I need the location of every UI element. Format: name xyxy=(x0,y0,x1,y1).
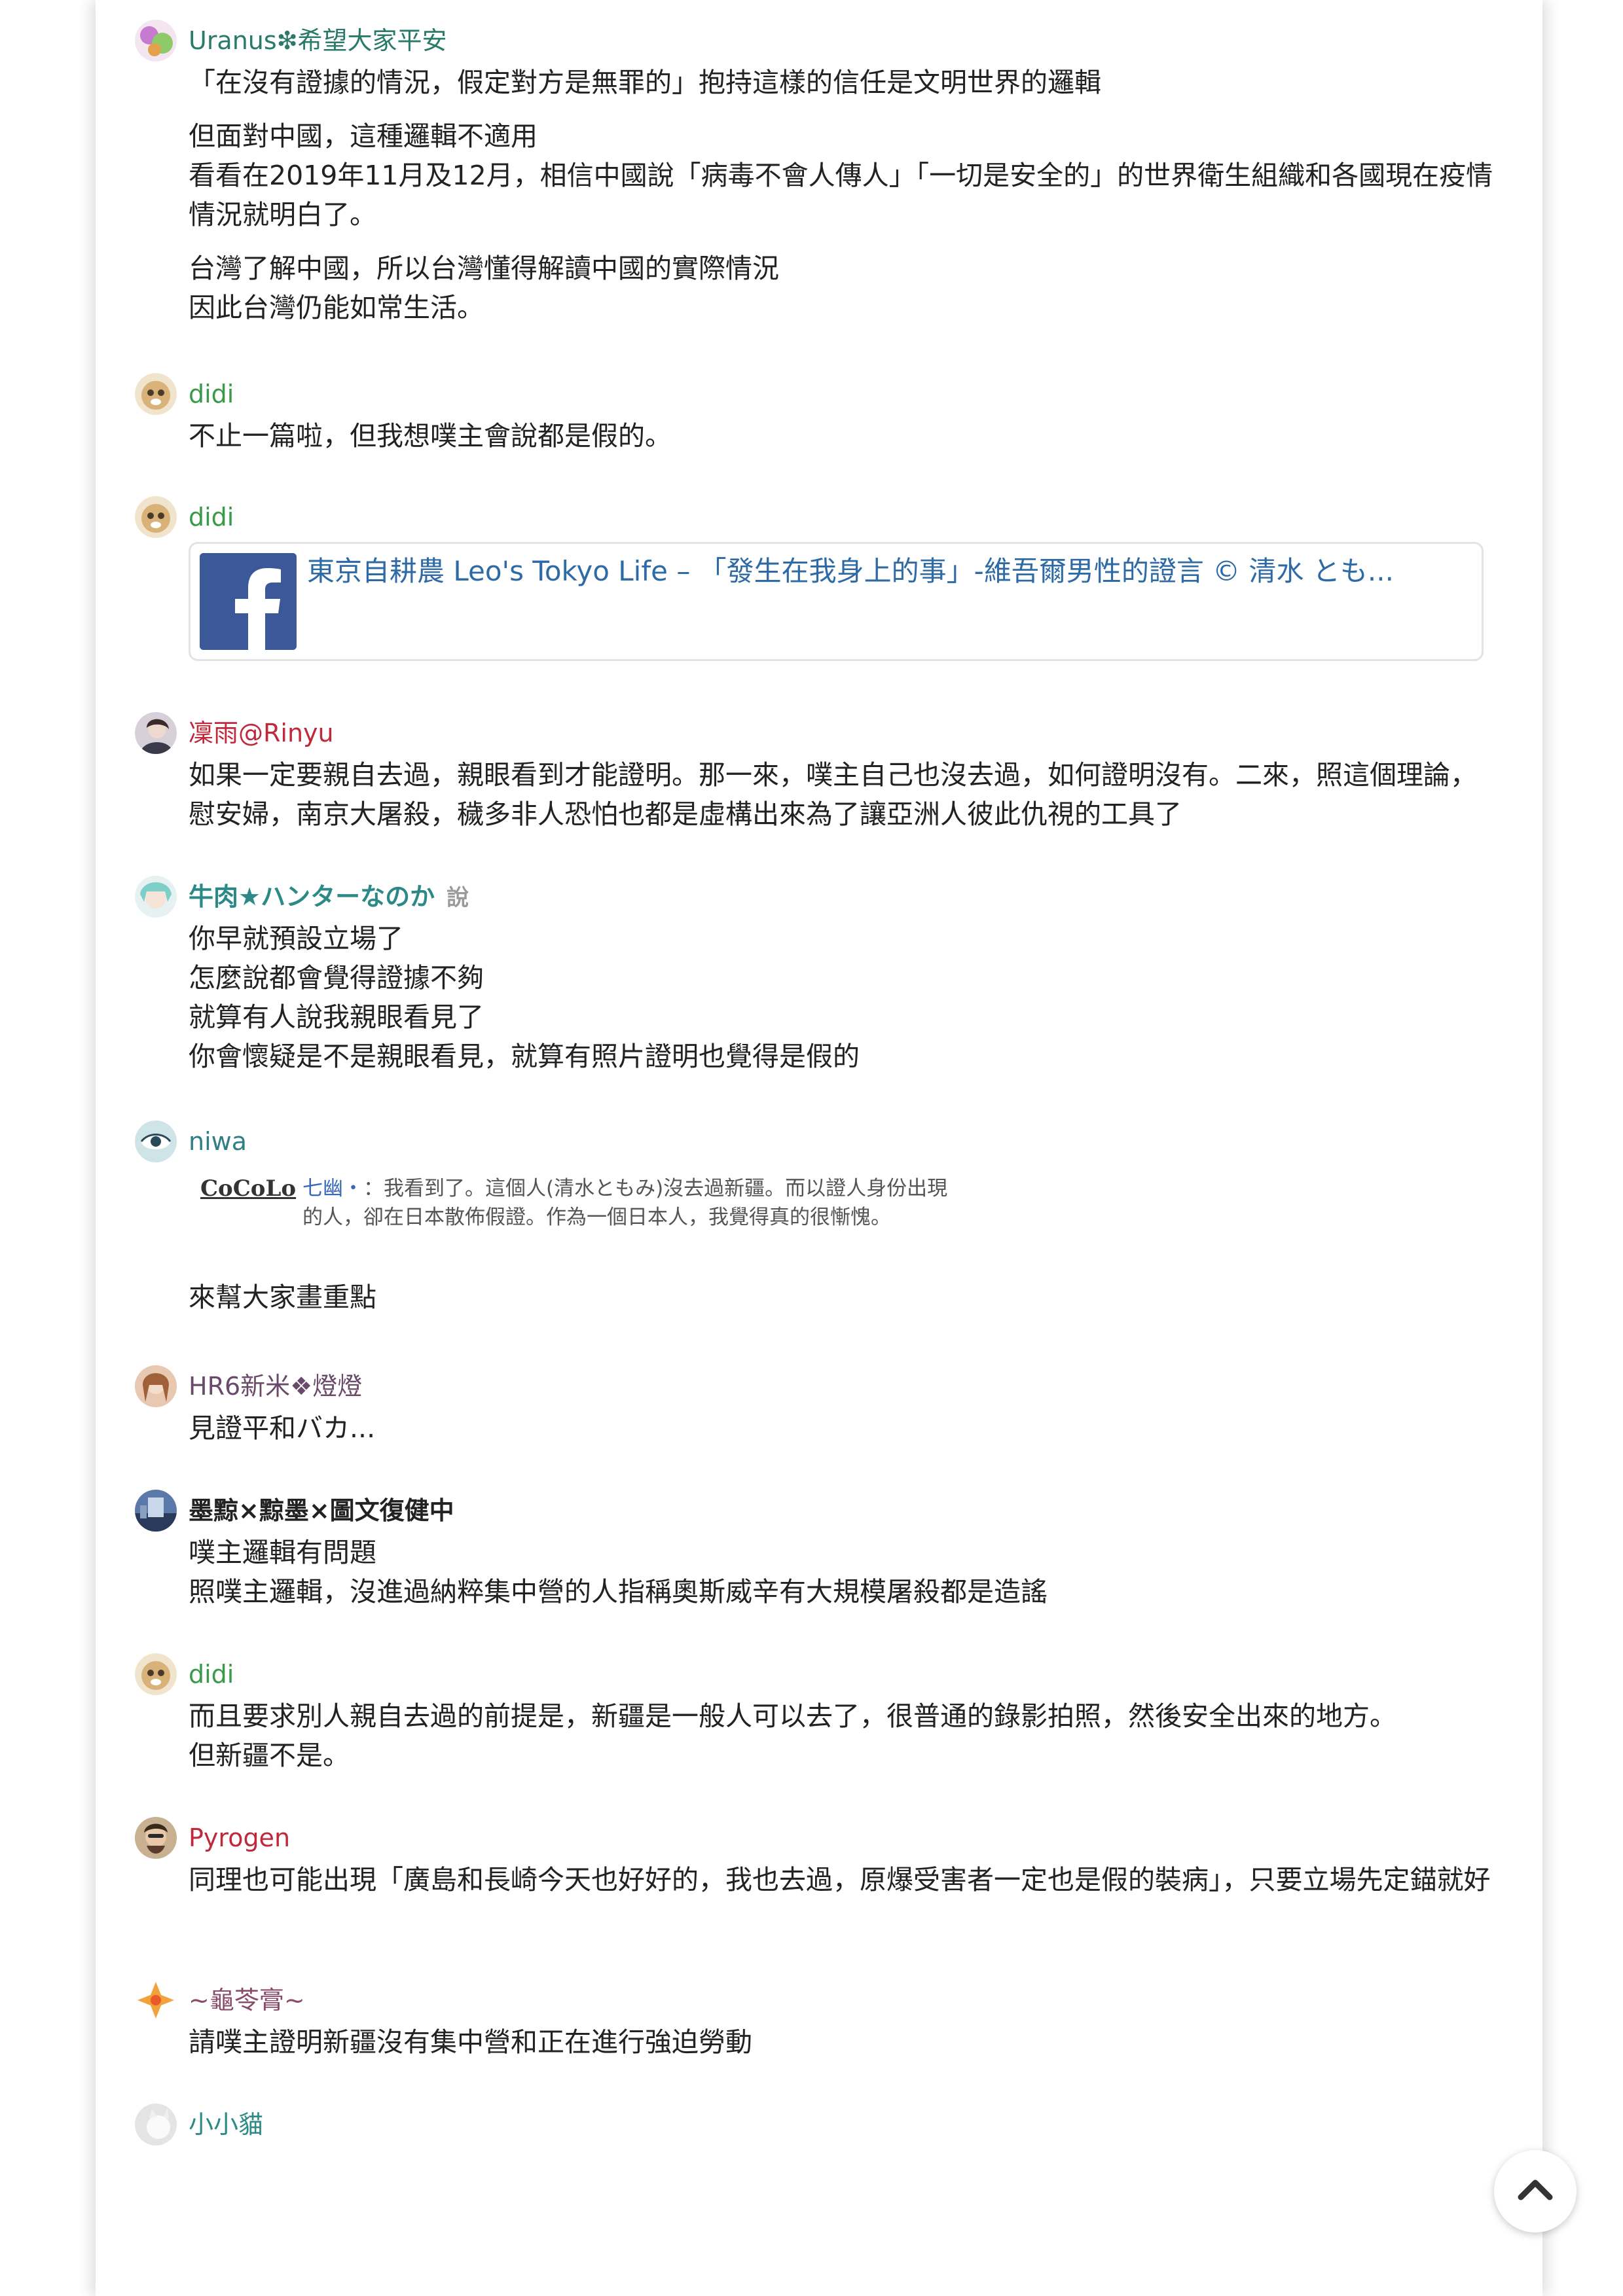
response-line: 你早就預設立場了 xyxy=(189,923,403,954)
response-item: Uranus❇希望大家平安 「在沒有證據的情況，假定對方是無罪的」抱持這樣的信任… xyxy=(135,20,1510,334)
username[interactable]: ~龜苓膏~ xyxy=(189,1983,305,2017)
username[interactable]: 小小貓 xyxy=(189,2108,263,2142)
response-line: 噗主邏輯有問題 xyxy=(189,1537,376,1568)
response-content: 你早就預設立場了 怎麼說都會覺得證據不夠 就算有人說我親眼看見了 你會懷疑是不是… xyxy=(189,919,1498,1076)
quoted-text: 七幽・：我看到了。這個人(清水ともみ)沒去過新疆。而以證人身份出現的人，卻在日本… xyxy=(302,1174,957,1232)
response-line: 但面對中國，這種邏輯不適用 xyxy=(189,120,538,152)
response-content: 「在沒有證據的情況，假定對方是無罪的」抱持這樣的信任是文明世界的邏輯 但面對中國… xyxy=(189,63,1498,327)
response-line: 照噗主邏輯，沒進過納粹集中營的人指稱奧斯威辛有大規模屠殺都是造謠 xyxy=(189,1576,1048,1607)
response-item: 墨黥×黥墨×圖文復健中 噗主邏輯有問題 照噗主邏輯，沒進過納粹集中營的人指稱奧斯… xyxy=(135,1490,1510,1621)
response-line: 「在沒有證據的情況，假定對方是無罪的」抱持這樣的信任是文明世界的邏輯 xyxy=(189,67,1101,98)
user-avatar[interactable] xyxy=(135,876,177,918)
username[interactable]: didi xyxy=(189,377,234,411)
facebook-logo-icon xyxy=(200,553,297,650)
user-avatar[interactable] xyxy=(135,1121,177,1162)
response-line: 但新疆不是。 xyxy=(189,1740,350,1771)
chevron-up-icon xyxy=(1518,2179,1553,2200)
plurk-response-page: Uranus❇希望大家平安 「在沒有證據的情況，假定對方是無罪的」抱持這樣的信任… xyxy=(96,0,1542,2296)
says-qualifier: 說 xyxy=(447,885,469,911)
username[interactable]: 凜雨@Rinyu xyxy=(189,716,334,750)
username[interactable]: niwa xyxy=(189,1124,247,1158)
response-item: didi 東京自耕農 Leo's Tokyo Life – 「發生在我身上的事」… xyxy=(135,496,1510,692)
quoted-nickname: 七幽・ xyxy=(302,1177,363,1200)
username[interactable]: 墨黥×黥墨×圖文復健中 xyxy=(189,1494,454,1528)
username[interactable]: Uranus❇希望大家平安 xyxy=(189,24,447,58)
username-text[interactable]: 牛肉★ハンターなのか xyxy=(189,882,435,911)
response-item: 牛肉★ハンターなのか說 你早就預設立場了 怎麼說都會覺得證據不夠 就算有人說我親… xyxy=(135,876,1510,1092)
response-item: didi 而且要求別人親自去過的前提是，新疆是一般人可以去了，很普通的錄影拍照，… xyxy=(135,1653,1510,1784)
response-line: 見證平和バカ... xyxy=(189,1412,376,1444)
response-content: 同理也可能出現「廣島和長崎今天也好好的，我也去過，原爆受害者一定也是假的裝病」，… xyxy=(189,1860,1498,1899)
response-line: 同理也可能出現「廣島和長崎今天也好好的，我也去過，原爆受害者一定也是假的裝病」，… xyxy=(189,1864,1491,1895)
username[interactable]: HR6新米❖燈燈 xyxy=(189,1369,362,1403)
user-avatar[interactable] xyxy=(135,1979,177,2021)
user-avatar[interactable] xyxy=(135,1490,177,1532)
response-line: 怎麼說都會覺得證據不夠 xyxy=(189,962,484,994)
user-avatar[interactable] xyxy=(135,1653,177,1695)
user-avatar[interactable] xyxy=(135,20,177,62)
response-content: 來幫大家畫重點 xyxy=(189,1278,1498,1317)
response-line: 就算有人說我親眼看見了 xyxy=(189,1001,484,1033)
link-title[interactable]: 東京自耕農 Leo's Tokyo Life – 「發生在我身上的事」-維吾爾男… xyxy=(307,552,1472,591)
user-avatar[interactable] xyxy=(135,1365,177,1407)
user-avatar[interactable] xyxy=(135,373,177,415)
response-line: 來幫大家畫重點 xyxy=(189,1282,376,1313)
response-item: didi 不止一篇啦，但我想噗主會說都是假的。 xyxy=(135,373,1510,465)
username[interactable]: didi xyxy=(189,1657,234,1691)
quoted-username: CoCoLo xyxy=(200,1175,297,1202)
user-avatar[interactable] xyxy=(135,1817,177,1859)
user-avatar[interactable] xyxy=(135,2104,177,2145)
response-content: 而且要求別人親自去過的前提是，新疆是一般人可以去了，很普通的錄影拍照，然後安全出… xyxy=(189,1696,1498,1775)
response-line: 你會懷疑是不是親眼看見，就算有照片證明也覺得是假的 xyxy=(189,1041,860,1072)
response-item: 凜雨@Rinyu 如果一定要親自去過，親眼看到才能證明。那一來，噗主自己也沒去過… xyxy=(135,712,1510,856)
response-line: 台灣了解中國，所以台灣懂得解讀中國的實際情況 xyxy=(189,253,779,284)
response-item: Pyrogen 同理也可能出現「廣島和長崎今天也好好的，我也去過，原爆受害者一定… xyxy=(135,1817,1510,1948)
response-content: 不止一篇啦，但我想噗主會說都是假的。 xyxy=(189,416,1498,456)
user-avatar[interactable] xyxy=(135,712,177,754)
response-item: niwa CoCoLo 七幽・：我看到了。這個人(清水ともみ)沒去過新疆。而以證… xyxy=(135,1121,1510,1336)
response-content: 請噗主證明新疆沒有集中營和正在進行強迫勞動 xyxy=(189,2022,1498,2062)
response-item: ~龜苓膏~ 請噗主證明新疆沒有集中營和正在進行強迫勞動 xyxy=(135,1979,1510,2071)
scroll-to-top-button[interactable] xyxy=(1494,2150,1577,2233)
username[interactable]: didi xyxy=(189,500,234,534)
response-item: 小小貓 xyxy=(135,2104,1510,2156)
response-line: 不止一篇啦，但我想噗主會說都是假的。 xyxy=(189,420,672,452)
user-avatar[interactable] xyxy=(135,496,177,538)
username[interactable]: 牛肉★ハンターなのか說 xyxy=(189,880,469,915)
response-content: 如果一定要親自去過，親眼看到才能證明。那一來，噗主自己也沒去過，如何證明沒有。二… xyxy=(189,755,1498,834)
response-line: 因此台灣仍能如常生活。 xyxy=(189,292,484,323)
response-item: HR6新米❖燈燈 見證平和バカ... xyxy=(135,1365,1510,1457)
username[interactable]: Pyrogen xyxy=(189,1821,290,1855)
response-line: 請噗主證明新疆沒有集中營和正在進行強迫勞動 xyxy=(189,2026,752,2058)
response-line: 如果一定要親自去過，親眼看到才能證明。那一來，噗主自己也沒去過，如何證明沒有。二… xyxy=(189,759,1477,830)
link-preview-card[interactable]: 東京自耕農 Leo's Tokyo Life – 「發生在我身上的事」-維吾爾男… xyxy=(189,542,1484,661)
response-line: 看看在2019年11月及12月，相信中國說「病毒不會人傳人」「一切是安全的」的世… xyxy=(189,160,1493,230)
quoted-body: ：我看到了。這個人(清水ともみ)沒去過新疆。而以證人身份出現的人，卻在日本散佈假… xyxy=(302,1177,948,1229)
response-content: 見證平和バカ... xyxy=(189,1408,1498,1448)
response-line: 而且要求別人親自去過的前提是，新疆是一般人可以去了，很普通的錄影拍照，然後安全出… xyxy=(189,1700,1396,1732)
response-content: 噗主邏輯有問題 照噗主邏輯，沒進過納粹集中營的人指稱奧斯威辛有大規模屠殺都是造謠 xyxy=(189,1533,1498,1611)
